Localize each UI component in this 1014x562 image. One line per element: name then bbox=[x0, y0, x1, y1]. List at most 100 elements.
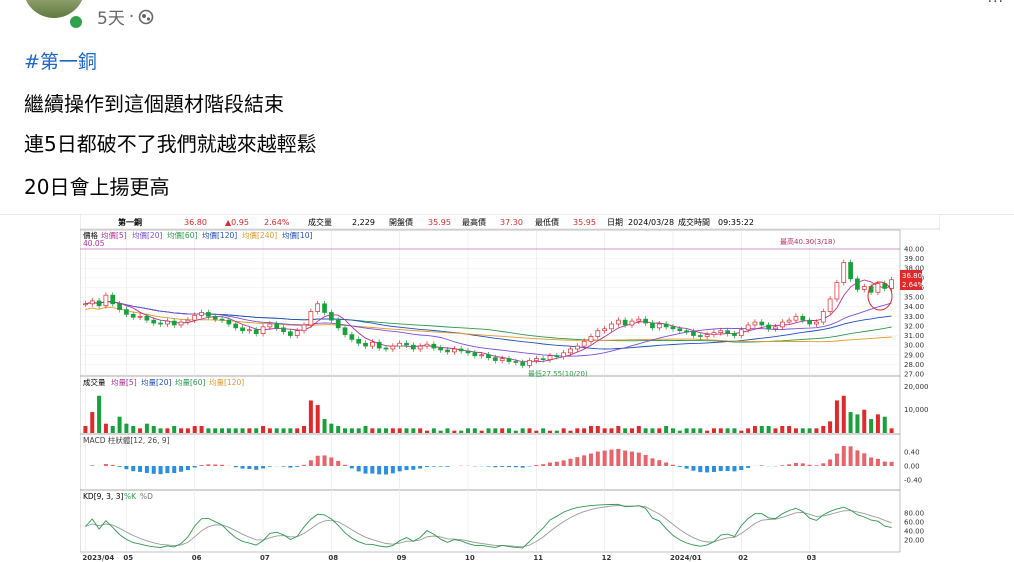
candle-body bbox=[732, 333, 737, 336]
volume-bar bbox=[281, 428, 286, 433]
more-options-icon[interactable]: ··· bbox=[988, 0, 1004, 10]
macd-bar bbox=[267, 466, 272, 467]
candle-body bbox=[725, 330, 730, 334]
macd-bar bbox=[841, 446, 846, 466]
volume-bar bbox=[588, 426, 593, 433]
volume-bar bbox=[363, 426, 368, 433]
macd-bar bbox=[315, 455, 320, 466]
candle-body bbox=[192, 314, 198, 321]
post-time[interactable]: 5天 bbox=[97, 4, 125, 29]
candle-body bbox=[609, 323, 614, 330]
candle-body bbox=[861, 286, 867, 290]
candle-body bbox=[110, 294, 116, 305]
volume-bar bbox=[90, 412, 95, 433]
candle-body bbox=[281, 327, 286, 333]
x-tick-label: 12 bbox=[602, 554, 612, 562]
volume-bar bbox=[787, 426, 792, 433]
volume-bar bbox=[459, 430, 464, 433]
candle-body bbox=[875, 283, 881, 293]
open-value: 35.95 bbox=[428, 218, 451, 227]
macd-bar bbox=[855, 450, 860, 466]
legend-vol5: 均量[5] bbox=[111, 377, 137, 387]
candle-body bbox=[370, 341, 375, 347]
volume-bar bbox=[684, 428, 689, 433]
candle-body bbox=[185, 319, 191, 323]
macd-bar bbox=[172, 466, 177, 474]
legend-sub: 40.05 bbox=[83, 239, 105, 248]
candle-body bbox=[595, 330, 601, 337]
volume-bar bbox=[356, 428, 361, 433]
macd-bar bbox=[657, 460, 662, 466]
macd-bar bbox=[718, 466, 723, 472]
macd-bar bbox=[295, 466, 300, 467]
x-tick-label: 2024/01 bbox=[670, 554, 702, 562]
macd-bar bbox=[418, 466, 423, 469]
candle-body bbox=[807, 319, 812, 325]
candle-body bbox=[410, 344, 416, 350]
volume-bar bbox=[732, 428, 737, 433]
macd-bar bbox=[828, 459, 833, 466]
kd-tick-label: 80.00 bbox=[904, 510, 924, 518]
candle-body bbox=[527, 360, 532, 366]
macd-bar bbox=[281, 466, 286, 467]
legend-volume: 成交量 bbox=[83, 377, 106, 387]
stock-chart-image[interactable]: 第一銅 36.80 ▲0.95 2.64% 成交量 2,229 開盤價 35.9… bbox=[80, 214, 940, 562]
globe-icon[interactable] bbox=[138, 9, 154, 25]
candle-body bbox=[315, 303, 321, 312]
macd-bar bbox=[623, 450, 628, 466]
volume-tick-label: 10,000 bbox=[904, 406, 929, 414]
volume-bar bbox=[520, 428, 525, 433]
macd-bar bbox=[670, 464, 675, 466]
candle-body bbox=[130, 314, 136, 318]
candle-body bbox=[390, 345, 396, 350]
volume-bar bbox=[677, 430, 682, 433]
macd-bar bbox=[343, 464, 348, 466]
macd-bar bbox=[616, 448, 621, 466]
volume-bar bbox=[814, 428, 819, 433]
macd-bar bbox=[336, 460, 341, 466]
candle-body bbox=[588, 336, 594, 342]
candle-body bbox=[301, 324, 307, 332]
legend-d: %D bbox=[140, 492, 153, 501]
macd-bar bbox=[254, 466, 259, 470]
candle-body bbox=[629, 320, 635, 326]
price-tick-label: 39.00 bbox=[904, 255, 924, 263]
macd-bar bbox=[179, 466, 184, 472]
candle-body bbox=[656, 323, 662, 329]
candle-body bbox=[636, 318, 642, 322]
volume-legend: 成交量 均量[5] 均量[20] 均量[60] 均量[120] bbox=[83, 377, 244, 387]
candle-body bbox=[96, 300, 102, 307]
candle-body bbox=[376, 341, 382, 349]
macd-bar bbox=[117, 466, 122, 467]
volume-bar bbox=[267, 428, 272, 433]
hashtag-link[interactable]: #第一銅 bbox=[24, 47, 97, 74]
candle-body bbox=[458, 348, 464, 352]
volume-bar bbox=[117, 416, 122, 433]
volume-bar bbox=[390, 428, 395, 433]
x-tick-label: 2023/04 bbox=[82, 554, 114, 562]
volume-bar bbox=[131, 426, 136, 433]
date-label: 日期 bbox=[607, 218, 623, 227]
macd-bar bbox=[103, 464, 108, 466]
candle-body bbox=[779, 321, 785, 328]
macd-bar bbox=[739, 466, 744, 471]
candle-body bbox=[83, 303, 88, 306]
macd-bar bbox=[493, 466, 498, 468]
macd-bar bbox=[862, 453, 867, 466]
candle-body bbox=[342, 327, 348, 335]
macd-bar bbox=[90, 465, 95, 466]
volume-bar bbox=[841, 395, 846, 433]
legend-ma5: 均價[5] bbox=[101, 230, 127, 240]
macd-bar bbox=[404, 466, 409, 471]
price-tick-label: 31.00 bbox=[904, 332, 924, 340]
macd-bar bbox=[746, 466, 751, 468]
post-text-line: 連5日都破不了我們就越來越輕鬆 bbox=[24, 132, 317, 156]
volume-bar bbox=[629, 428, 634, 433]
candle-body bbox=[670, 326, 676, 330]
price-tick-label: 33.00 bbox=[904, 313, 924, 321]
volume-bar bbox=[746, 428, 751, 433]
candle-body bbox=[704, 334, 710, 337]
candle-body bbox=[561, 352, 567, 358]
volume-bar bbox=[165, 428, 170, 433]
candle-body bbox=[691, 331, 696, 336]
